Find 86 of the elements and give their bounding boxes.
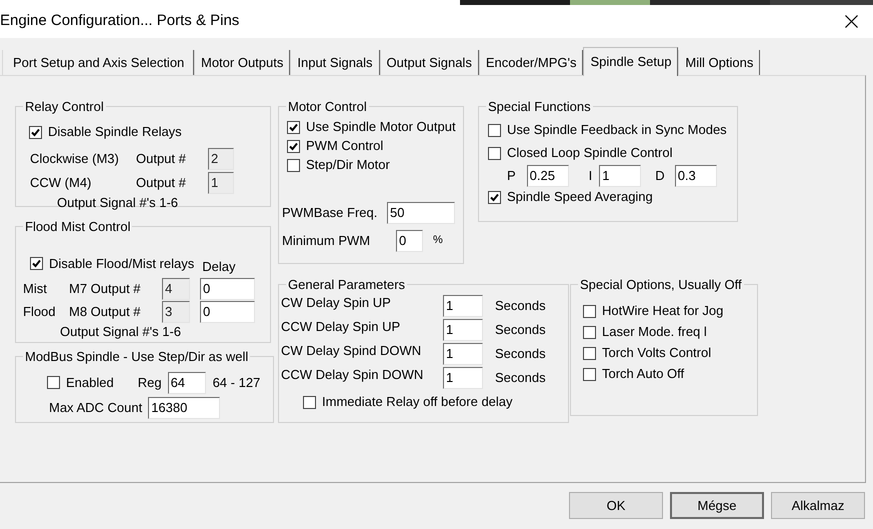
label: CCW (M4) xyxy=(30,174,92,192)
checkbox-label[interactable]: Step/Dir Motor xyxy=(306,155,390,175)
label: Flood xyxy=(23,303,57,322)
input-field[interactable]: 1 xyxy=(443,366,483,388)
tab[interactable]: Input Signals xyxy=(290,50,380,75)
label: D xyxy=(655,166,665,185)
label: Mist xyxy=(23,280,48,298)
tab[interactable]: Mill Options xyxy=(678,50,760,75)
checkbox[interactable] xyxy=(287,140,300,152)
tab[interactable]: Motor Outputs xyxy=(194,50,290,75)
checkbox[interactable] xyxy=(583,304,596,318)
label: CW Delay Spin UP xyxy=(281,294,392,312)
checkbox-label[interactable]: HotWire Heat for Jog xyxy=(602,301,724,321)
checkbox-label[interactable]: Torch Auto Off xyxy=(602,364,684,384)
input-field[interactable]: 1 xyxy=(599,164,642,186)
label: Seconds xyxy=(495,296,546,315)
label: Clockwise (M3) xyxy=(30,150,120,168)
window-title: Engine Configuration... Ports & Pins xyxy=(0,11,240,32)
checkbox-label[interactable]: Disable Spindle Relays xyxy=(48,122,182,142)
checkbox-label[interactable]: Use Spindle Motor Output xyxy=(306,117,456,137)
checkbox-label[interactable]: PWM Control xyxy=(306,136,384,156)
checkbox[interactable] xyxy=(583,326,596,338)
checkbox-label[interactable]: Torch Volts Control xyxy=(602,343,712,363)
input-field[interactable]: 1 xyxy=(443,294,483,316)
checkbox-label[interactable]: Use Spindle Feedback in Sync Modes xyxy=(507,120,727,140)
checkbox-label[interactable]: Laser Mode. freq l xyxy=(602,322,707,342)
group-title: Flood Mist Control xyxy=(24,218,132,236)
checkbox-label[interactable]: Enabled xyxy=(66,372,114,392)
group-title: Special Functions xyxy=(487,98,592,116)
label: Minimum PWM xyxy=(282,232,372,250)
checkbox[interactable] xyxy=(583,346,596,360)
input-field[interactable]: 0.25 xyxy=(526,164,569,186)
input-field[interactable]: 1 xyxy=(443,318,483,340)
label: M8 Output # xyxy=(69,303,142,322)
label: Max ADC Count xyxy=(49,398,142,417)
group-title: Relay Control xyxy=(24,98,105,116)
label: Reg xyxy=(138,374,162,392)
tab[interactable]: Output Signals xyxy=(380,50,479,75)
checkbox-label[interactable]: Immediate Relay off before delay xyxy=(322,392,513,412)
checkbox[interactable] xyxy=(488,190,501,204)
input-field[interactable]: 16380 xyxy=(148,396,220,418)
input-field[interactable]: 1 xyxy=(443,342,483,364)
checkbox-label[interactable]: Disable Flood/Mist relays xyxy=(49,254,194,273)
input-field[interactable]: 0 xyxy=(396,230,423,252)
button[interactable]: Mégse xyxy=(670,492,764,519)
label: Seconds xyxy=(495,320,546,339)
label: M7 Output # xyxy=(69,280,142,298)
tab[interactable]: Encoder/MPG's xyxy=(478,50,584,75)
group-title: Motor Control xyxy=(287,98,368,116)
label: % xyxy=(433,233,443,248)
close-icon[interactable] xyxy=(845,15,858,28)
group-title: Special Options, Usually Off xyxy=(579,276,743,294)
checkbox-label[interactable]: Closed Loop Spindle Control xyxy=(507,143,672,163)
checkbox[interactable] xyxy=(583,368,596,380)
label: Output # xyxy=(136,150,187,168)
input-field[interactable]: 0.3 xyxy=(674,164,717,186)
label: Seconds xyxy=(495,368,546,387)
checkbox[interactable] xyxy=(488,146,501,160)
label: Output Signal #'s 1-6 xyxy=(57,194,179,210)
tab[interactable]: Spindle Setup xyxy=(583,47,678,76)
checkbox[interactable] xyxy=(30,256,43,270)
input-field[interactable]: 50 xyxy=(387,202,455,224)
label: I xyxy=(588,166,592,185)
input-field[interactable]: 64 xyxy=(168,372,206,394)
checkbox[interactable] xyxy=(47,376,60,389)
label: Output # xyxy=(136,174,187,192)
label: PWMBase Freq. xyxy=(282,204,378,222)
label: CCW Delay Spin UP xyxy=(281,318,402,336)
label: Output Signal #'s 1-6 xyxy=(60,324,182,339)
label: Seconds xyxy=(495,344,546,363)
checkbox[interactable] xyxy=(488,124,501,136)
label: CCW Delay Spin DOWN xyxy=(281,366,424,384)
tab[interactable]: Port Setup and Axis Selection xyxy=(2,50,194,75)
button[interactable]: OK xyxy=(569,492,663,519)
label: CW Delay Spind DOWN xyxy=(281,342,422,360)
group-title: ModBus Spindle - Use Step/Dir as well xyxy=(24,348,250,366)
label: Delay xyxy=(202,258,236,276)
checkbox-label[interactable]: Spindle Speed Averaging xyxy=(507,187,653,207)
label: 64 - 127 xyxy=(212,374,260,392)
checkbox[interactable] xyxy=(287,158,300,172)
checkbox[interactable] xyxy=(303,396,316,408)
checkbox[interactable] xyxy=(29,126,42,138)
checkbox[interactable] xyxy=(287,120,300,134)
label: P xyxy=(507,166,516,185)
button[interactable]: Alkalmaz xyxy=(771,492,865,519)
group-title: General Parameters xyxy=(287,276,406,294)
